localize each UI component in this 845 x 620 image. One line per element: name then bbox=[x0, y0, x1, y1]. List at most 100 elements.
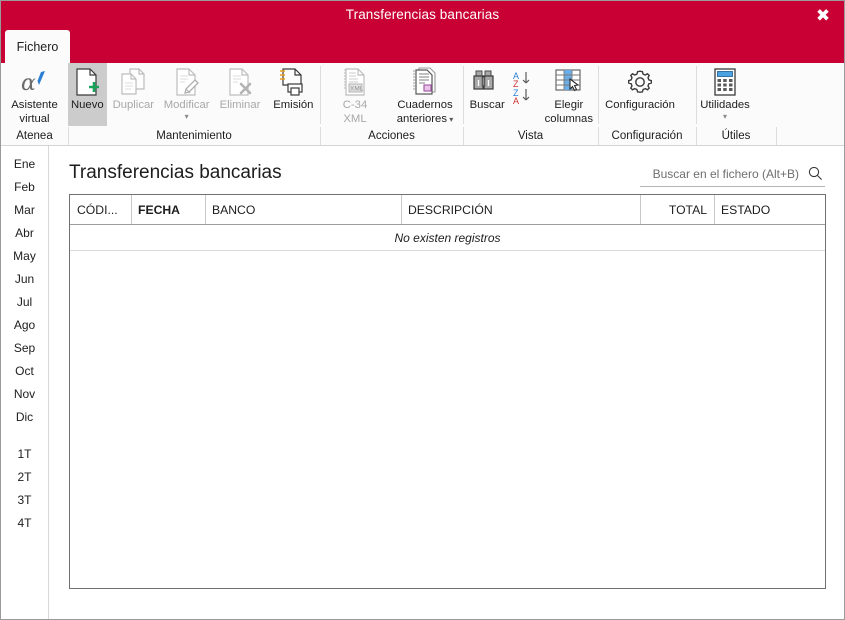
ribbon-group-labels-tail bbox=[776, 126, 844, 146]
duplicar-button-label: Duplicar bbox=[112, 99, 155, 111]
sidebar-item-month-ene[interactable]: Ene bbox=[1, 152, 48, 175]
title-bar: Transferencias bancarias ✖ Fichero bbox=[1, 1, 844, 63]
emision-button-label: Emisión bbox=[273, 99, 314, 111]
eliminar-button-label: Eliminar bbox=[219, 99, 261, 111]
chevron-down-icon[interactable]: ▾ bbox=[723, 112, 727, 120]
sidebar-item-month-may[interactable]: May bbox=[1, 244, 48, 267]
close-icon[interactable]: ✖ bbox=[808, 3, 838, 29]
sidebar-divider bbox=[1, 428, 48, 442]
sidebar-item-month-jun[interactable]: Jun bbox=[1, 267, 48, 290]
xml-document-icon: XML bbox=[341, 66, 369, 98]
cuadernos-anteriores-button-label: Cuadernos bbox=[397, 99, 453, 111]
ribbon-group-mantenimiento: Nuevo Duplicar Modificar ▾ Eliminar Emisi… bbox=[68, 63, 320, 126]
c34-xml-button-label-2: XML bbox=[343, 112, 367, 125]
asistente-virtual-button[interactable]: α Asistente virtual bbox=[1, 63, 68, 126]
search-icon[interactable] bbox=[805, 166, 825, 181]
sidebar-item-month-nov[interactable]: Nov bbox=[1, 382, 48, 405]
column-banco[interactable]: BANCO bbox=[205, 195, 401, 224]
edit-document-icon bbox=[173, 66, 201, 98]
column-codigo[interactable]: CÓDI... bbox=[70, 195, 131, 224]
search-box[interactable] bbox=[640, 161, 825, 187]
sidebar-item-quarter-3t[interactable]: 3T bbox=[1, 488, 48, 511]
utilidades-button[interactable]: Utilidades ▾ bbox=[696, 63, 754, 126]
ribbon-group-atenea: α Asistente virtual bbox=[1, 63, 68, 126]
tab-fichero[interactable]: Fichero bbox=[5, 30, 70, 63]
sidebar-item-month-mar[interactable]: Mar bbox=[1, 198, 48, 221]
choose-columns-icon bbox=[554, 66, 584, 98]
previous-books-icon bbox=[411, 66, 439, 98]
page-title: Transferencias bancarias bbox=[69, 162, 282, 183]
ribbon-group-container: α Asistente virtual Nuevo Duplicar Modifi… bbox=[1, 63, 844, 126]
nuevo-button-label: Nuevo bbox=[70, 99, 104, 111]
ribbon-group-utiles-label: Útiles bbox=[696, 126, 776, 146]
search-input[interactable] bbox=[640, 165, 805, 182]
ribbon-group-vista-label: Vista bbox=[463, 126, 598, 146]
c34-xml-button: XML C-34 XML bbox=[320, 63, 390, 126]
cuadernos-anteriores-button[interactable]: Cuadernos anteriores ▾ bbox=[390, 63, 460, 126]
elegir-columnas-button-label: Elegir bbox=[554, 99, 584, 111]
cuadernos-anteriores-button-label-2: anteriores ▾ bbox=[397, 113, 454, 127]
ribbon-group-utiles: Utilidades ▾ bbox=[696, 63, 776, 126]
sidebar-item-quarter-4t[interactable]: 4T bbox=[1, 511, 48, 534]
sidebar-item-month-oct[interactable]: Oct bbox=[1, 359, 48, 382]
elegir-columnas-button[interactable]: Elegir columnas bbox=[540, 63, 598, 126]
eliminar-button: Eliminar bbox=[213, 63, 266, 126]
alpha-assistant-icon: α bbox=[20, 66, 50, 98]
ribbon-group-configuracion-label: Configuración bbox=[598, 126, 696, 146]
sidebar-item-month-sep[interactable]: Sep bbox=[1, 336, 48, 359]
sidebar-item-month-abr[interactable]: Abr bbox=[1, 221, 48, 244]
duplicar-button: Duplicar bbox=[107, 63, 160, 126]
emision-button[interactable]: Emisión bbox=[267, 63, 320, 126]
asistente-virtual-button-label: Asistente bbox=[11, 99, 58, 111]
grid-empty-message: No existen registros bbox=[70, 225, 825, 251]
tab-strip: Fichero bbox=[1, 30, 844, 63]
column-total[interactable]: TOTAL bbox=[640, 195, 714, 224]
records-grid: CÓDI... FECHA BANCO DESCRIPCIÓN TOTAL ESTADO … bbox=[69, 194, 826, 589]
svg-text:α: α bbox=[21, 71, 36, 96]
c34-xml-button-label: C-34 bbox=[342, 99, 368, 111]
chevron-down-icon: ▾ bbox=[184, 111, 189, 121]
sidebar-item-quarter-1t[interactable]: 1T bbox=[1, 442, 48, 465]
grid-body: No existen registros bbox=[70, 225, 825, 251]
ribbon-group-atenea-label: Atenea bbox=[16, 130, 53, 142]
ordenar-button[interactable]: A Z Z A bbox=[511, 63, 539, 126]
new-document-icon bbox=[73, 66, 101, 98]
buscar-button[interactable]: Buscar bbox=[463, 63, 511, 126]
modificar-button: Modificar ▾ bbox=[160, 63, 213, 126]
svg-text:XML: XML bbox=[350, 86, 364, 93]
chevron-down-icon[interactable]: ▾ bbox=[447, 115, 453, 124]
elegir-columnas-button-label-2: columnas bbox=[544, 112, 593, 125]
content-area: Transferencias bancarias CÓDI...FECHABAN… bbox=[50, 146, 844, 619]
print-document-icon bbox=[279, 66, 307, 98]
column-estado[interactable]: ESTADO bbox=[714, 195, 825, 224]
sidebar-item-month-dic[interactable]: Dic bbox=[1, 405, 48, 428]
asistente-virtual-button-label-2: virtual bbox=[19, 112, 50, 125]
ribbon-group-acciones: XML C-34 XML Cuadernos anteriores ▾ bbox=[320, 63, 463, 126]
sidebar-item-month-feb[interactable]: Feb bbox=[1, 175, 48, 198]
window-title: Transferencias bancarias bbox=[345, 7, 500, 22]
grid-header-row: CÓDI... FECHA BANCO DESCRIPCIÓN TOTAL ESTADO bbox=[70, 195, 825, 225]
ribbon-group-acciones-label: Acciones bbox=[320, 126, 463, 146]
period-sidebar: Ene Feb Mar Abr May Jun Jul Ago Sep Oct Nov Dic 1T 2T… bbox=[1, 146, 49, 619]
column-descripcion[interactable]: DESCRIPCIÓN bbox=[401, 195, 640, 224]
sidebar-item-month-ago[interactable]: Ago bbox=[1, 313, 48, 336]
ribbon-group-configuracion: Configuración bbox=[598, 63, 696, 126]
ribbon: α Asistente virtual Nuevo Duplicar Modifi… bbox=[1, 63, 844, 146]
delete-document-icon bbox=[226, 66, 254, 98]
ribbon-group-labels: Atenea Mantenimiento Acciones Vista Configur… bbox=[1, 126, 844, 146]
binoculars-icon bbox=[472, 66, 502, 98]
cuadernos-anteriores-button-label-2: anteriores bbox=[396, 112, 447, 125]
sort-az-za-icon: A Z Z A bbox=[512, 71, 538, 104]
configuracion-button[interactable]: Configuración bbox=[598, 63, 682, 126]
ribbon-group-vista: Buscar A Z Z A Elegir columnas bbox=[463, 63, 598, 126]
column-fecha[interactable]: FECHA bbox=[131, 195, 205, 224]
nuevo-button[interactable]: Nuevo bbox=[68, 63, 107, 126]
utilidades-button-label: Utilidades bbox=[700, 99, 750, 111]
configuracion-button-label: Configuración bbox=[605, 99, 675, 111]
sidebar-item-month-jul[interactable]: Jul bbox=[1, 290, 48, 313]
svg-text:A: A bbox=[513, 96, 519, 104]
buscar-button-label: Buscar bbox=[469, 99, 505, 111]
sidebar-item-quarter-2t[interactable]: 2T bbox=[1, 465, 48, 488]
duplicate-document-icon bbox=[119, 66, 147, 98]
application-window: Transferencias bancarias ✖ Fichero α Asi… bbox=[0, 0, 845, 620]
